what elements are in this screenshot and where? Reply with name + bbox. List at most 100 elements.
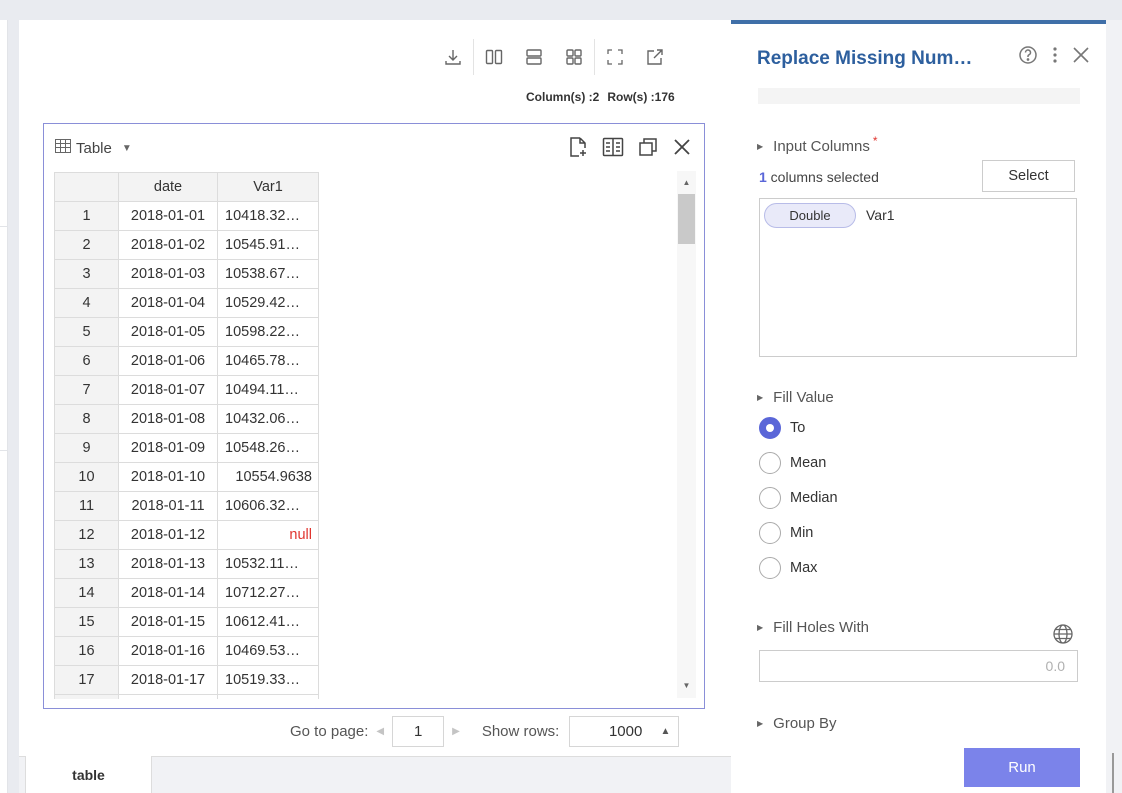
date-cell[interactable]: 2018-01-10	[118, 462, 218, 492]
date-cell[interactable]: 2018-01-03	[118, 259, 218, 289]
fill-option-to[interactable]: To	[759, 417, 805, 439]
date-cell[interactable]: 2018-01-16	[118, 636, 218, 666]
date-cell[interactable]: 2018-01-12	[118, 520, 218, 550]
page-input[interactable]: 1	[392, 716, 445, 747]
fill-option-min[interactable]: Min	[759, 522, 813, 544]
value-cell[interactable]: 10432.06…	[217, 404, 319, 434]
null-value-cell[interactable]: null	[217, 520, 319, 550]
value-cell[interactable]: 10545.91…	[217, 230, 319, 260]
vertical-scrollbar[interactable]: ▲ ▼	[677, 171, 696, 698]
table-row[interactable]: 2 2018-01-02 10545.91…	[54, 230, 319, 260]
split-vertical-icon[interactable]	[482, 45, 506, 69]
close-panel-icon[interactable]	[1072, 46, 1090, 67]
date-cell[interactable]: 2018-01-08	[118, 404, 218, 434]
date-cell[interactable]: 2018-01-01	[118, 201, 218, 231]
date-cell[interactable]: 2018-01-05	[118, 317, 218, 347]
value-cell[interactable]: 10465.78…	[217, 346, 319, 376]
table-row[interactable]: 4 2018-01-04 10529.42…	[54, 288, 319, 318]
value-cell[interactable]: 10712.27…	[217, 578, 319, 608]
radio-button[interactable]	[759, 522, 781, 544]
download-icon[interactable]	[441, 45, 465, 69]
split-horizontal-icon[interactable]	[522, 45, 546, 69]
value-cell[interactable]: 10418.32…	[217, 201, 319, 231]
date-cell[interactable]: 2018-01-02	[118, 230, 218, 260]
table-row[interactable]: 7 2018-01-07 10494.11…	[54, 375, 319, 405]
new-file-icon[interactable]	[568, 136, 588, 161]
table-view-dropdown[interactable]: Table ▼	[55, 139, 132, 157]
table-row[interactable]: 16 2018-01-16 10469.53…	[54, 636, 319, 666]
date-cell[interactable]: 2018-01-09	[118, 433, 218, 463]
help-icon[interactable]	[1018, 45, 1038, 68]
show-rows-select[interactable]: 1000 ▲	[569, 716, 680, 747]
table-row[interactable]: 1 2018-01-01 10418.32…	[54, 201, 319, 231]
row-index-cell: 4	[54, 288, 119, 318]
value-cell[interactable]: 10554.9638	[217, 462, 319, 492]
value-cell[interactable]: 10612.41…	[217, 607, 319, 637]
date-cell[interactable]: 2018-01-06	[118, 346, 218, 376]
table-row[interactable]: 8 2018-01-08 10432.06…	[54, 404, 319, 434]
table-row[interactable]: 5 2018-01-05 10598.22…	[54, 317, 319, 347]
scroll-down-icon[interactable]: ▼	[677, 678, 696, 694]
value-cell[interactable]: 10598.22…	[217, 317, 319, 347]
value-cell[interactable]: 10538.67…	[217, 259, 319, 289]
prev-page-icon[interactable]: ◀	[376, 726, 384, 737]
date-cell[interactable]: 2018-01-11	[118, 491, 218, 521]
scrollbar-thumb[interactable]	[678, 194, 695, 244]
table-row[interactable]: 14 2018-01-14 10712.27…	[54, 578, 319, 608]
table-row[interactable]: 11 2018-01-11 10606.32…	[54, 491, 319, 521]
date-cell[interactable]: 2018-01-14	[118, 578, 218, 608]
run-button[interactable]: Run	[964, 748, 1080, 787]
table-row[interactable]: 10 2018-01-10 10554.9638	[54, 462, 319, 492]
date-cell[interactable]: 2018-01-17	[118, 665, 218, 695]
table-row[interactable]: 15 2018-01-15 10612.41…	[54, 607, 319, 637]
tab-table[interactable]: table	[25, 756, 152, 793]
more-options-icon[interactable]	[1052, 46, 1058, 67]
fill-holes-input[interactable]: 0.0	[759, 650, 1078, 682]
value-cell[interactable]: 10494.11…	[217, 375, 319, 405]
open-external-icon[interactable]	[643, 45, 667, 69]
row-index-cell: 2	[54, 230, 119, 260]
table-row[interactable]: 17 2018-01-17 10519.33…	[54, 665, 319, 695]
radio-button[interactable]	[759, 417, 781, 439]
fill-option-median[interactable]: Median	[759, 487, 838, 509]
fill-value-section[interactable]: ▶ Fill Value	[757, 389, 834, 406]
select-columns-button[interactable]: Select	[982, 160, 1075, 192]
next-page-icon[interactable]: ▶	[452, 726, 460, 737]
date-cell[interactable]: 2018-01-15	[118, 607, 218, 637]
grid-view-icon[interactable]	[562, 45, 586, 69]
radio-label: Median	[790, 490, 838, 506]
value-cell[interactable]: 10532.11…	[217, 549, 319, 579]
fill-option-mean[interactable]: Mean	[759, 452, 826, 474]
table-row[interactable]: 13 2018-01-13 10532.11…	[54, 549, 319, 579]
radio-button[interactable]	[759, 452, 781, 474]
globe-icon[interactable]	[1052, 623, 1074, 648]
table-row[interactable]: 3 2018-01-03 10538.67…	[54, 259, 319, 289]
input-columns-section[interactable]: ▶ Input Columns *	[757, 134, 878, 156]
table-grid-icon	[55, 139, 71, 157]
fullscreen-icon[interactable]	[603, 45, 627, 69]
column-header-var1[interactable]: Var1	[217, 172, 319, 202]
fill-holes-section[interactable]: ▶ Fill Holes With	[757, 619, 869, 636]
value-cell[interactable]: 10548.26…	[217, 433, 319, 463]
date-cell[interactable]: 2018-01-04	[118, 288, 218, 318]
group-by-section[interactable]: ▶ Group By	[757, 715, 837, 732]
column-settings-icon[interactable]	[602, 137, 624, 160]
close-icon[interactable]	[672, 137, 692, 160]
radio-button[interactable]	[759, 557, 781, 579]
table-row[interactable]: 12 2018-01-12 null	[54, 520, 319, 550]
edge-handle[interactable]	[1112, 753, 1114, 793]
fill-option-max[interactable]: Max	[759, 557, 817, 579]
copy-icon[interactable]	[638, 137, 658, 160]
value-cell[interactable]: 10469.53…	[217, 636, 319, 666]
radio-button[interactable]	[759, 487, 781, 509]
scroll-up-icon[interactable]: ▲	[677, 175, 696, 191]
value-cell[interactable]: 10529.42…	[217, 288, 319, 318]
column-header-date[interactable]: date	[118, 172, 218, 202]
value-cell[interactable]: 10519.33…	[217, 665, 319, 695]
value-cell[interactable]: 10606.32…	[217, 491, 319, 521]
date-cell[interactable]: 2018-01-13	[118, 549, 218, 579]
table-row[interactable]: 9 2018-01-09 10548.26…	[54, 433, 319, 463]
date-cell[interactable]: 2018-01-07	[118, 375, 218, 405]
table-row[interactable]	[54, 694, 319, 699]
table-row[interactable]: 6 2018-01-06 10465.78…	[54, 346, 319, 376]
